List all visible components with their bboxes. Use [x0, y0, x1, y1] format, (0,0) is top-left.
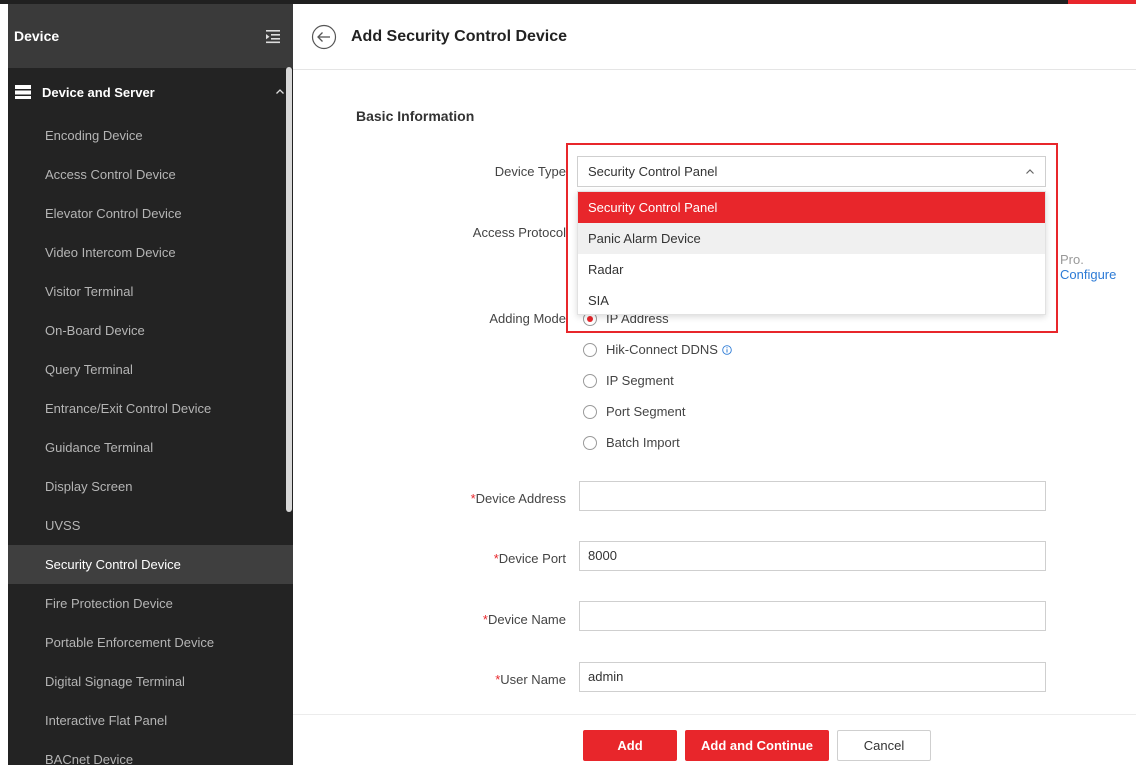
add-and-continue-button[interactable]: Add and Continue [685, 730, 829, 761]
device-type-value: Security Control Panel [588, 164, 718, 179]
info-icon[interactable] [722, 344, 732, 355]
sidebar-item-bacnet-device[interactable]: BACnet Device [8, 740, 293, 765]
radio-button[interactable] [583, 342, 597, 357]
device-port-label: *Device Port [306, 551, 566, 566]
radio-label: IP Segment [606, 373, 674, 388]
sidebar-item-portable-enforcement-device[interactable]: Portable Enforcement Device [8, 623, 293, 662]
sidebar-item-elevator-control-device[interactable]: Elevator Control Device [8, 194, 293, 233]
sidebar-item-guidance-terminal[interactable]: Guidance Terminal [8, 428, 293, 467]
device-name-label: *Device Name [306, 612, 566, 627]
dropdown-option-sia[interactable]: SIA [578, 285, 1045, 316]
device-name-field[interactable] [579, 601, 1046, 631]
section-title-basic-information: Basic Information [356, 108, 475, 124]
add-button[interactable]: Add [583, 730, 677, 761]
collapse-menu-icon[interactable] [265, 28, 281, 44]
chevron-up-icon[interactable] [275, 87, 285, 97]
device-port-label-text: Device Port [498, 551, 566, 566]
radio-port-segment[interactable]: Port Segment [583, 404, 686, 419]
radio-batch-import[interactable]: Batch Import [583, 435, 680, 450]
sidebar-item-display-screen[interactable]: Display Screen [8, 467, 293, 506]
sidebar-item-fire-protection-device[interactable]: Fire Protection Device [8, 584, 293, 623]
device-type-label: Device Type [494, 164, 566, 179]
dropdown-option-panic-alarm-device[interactable]: Panic Alarm Device [578, 223, 1045, 254]
sidebar-group-device-and-server[interactable]: Device and Server [8, 68, 293, 116]
sidebar-scrollbar[interactable] [286, 67, 292, 512]
radio-label: Hik-Connect DDNS [606, 342, 718, 357]
server-icon [15, 85, 31, 99]
sidebar-item-encoding-device[interactable]: Encoding Device [8, 116, 293, 155]
radio-button[interactable] [583, 435, 597, 450]
device-type-select[interactable]: Security Control Panel [577, 156, 1046, 187]
access-protocol-hint: Pro. Configure [1060, 252, 1136, 282]
configure-link[interactable]: Configure [1060, 267, 1116, 282]
dropdown-option-radar[interactable]: Radar [578, 254, 1045, 285]
user-name-label: *User Name [306, 672, 566, 687]
user-name-label-text: User Name [500, 672, 566, 687]
page-title: Add Security Control Device [351, 27, 568, 45]
radio-ip-segment[interactable]: IP Segment [583, 373, 674, 388]
radio-button[interactable] [583, 404, 597, 419]
sidebar-item-access-control-device[interactable]: Access Control Device [8, 155, 293, 194]
access-protocol-hint-text: Pro. [1060, 252, 1084, 267]
sidebar-group-label: Device and Server [42, 84, 155, 100]
radio-hik-connect-ddns[interactable]: Hik-Connect DDNS [583, 342, 732, 357]
sidebar-item-interactive-flat-panel[interactable]: Interactive Flat Panel [8, 701, 293, 740]
radio-button[interactable] [583, 373, 597, 388]
sidebar-item-digital-signage-terminal[interactable]: Digital Signage Terminal [8, 662, 293, 701]
sidebar: Device Device and Server Encoding Device… [8, 4, 293, 765]
user-name-field[interactable]: admin [579, 662, 1046, 692]
sidebar-item-entrance-exit-control-device[interactable]: Entrance/Exit Control Device [8, 389, 293, 428]
sidebar-title: Device [14, 28, 60, 44]
page-header: Add Security Control Device [293, 4, 1136, 70]
sidebar-item-uvss[interactable]: UVSS [8, 506, 293, 545]
device-address-field[interactable] [579, 481, 1046, 511]
radio-label: Batch Import [606, 435, 680, 450]
device-type-dropdown: Security Control Panel Panic Alarm Devic… [577, 191, 1046, 315]
dropdown-option-security-control-panel[interactable]: Security Control Panel [578, 192, 1045, 223]
sidebar-item-video-intercom-device[interactable]: Video Intercom Device [8, 233, 293, 272]
footer-divider [293, 714, 1136, 715]
cancel-button[interactable]: Cancel [837, 730, 931, 761]
chevron-up-icon [1026, 168, 1034, 174]
sidebar-item-security-control-device[interactable]: Security Control Device [8, 545, 293, 584]
device-address-label-text: Device Address [475, 491, 566, 506]
sidebar-item-on-board-device[interactable]: On-Board Device [8, 311, 293, 350]
back-arrow-icon[interactable] [311, 24, 337, 50]
adding-mode-label: Adding Mode [489, 311, 566, 326]
radio-label: Port Segment [606, 404, 686, 419]
access-protocol-label: Access Protocol [472, 225, 566, 240]
device-address-label: *Device Address [306, 491, 566, 506]
device-name-label-text: Device Name [487, 612, 566, 627]
sidebar-item-visitor-terminal[interactable]: Visitor Terminal [8, 272, 293, 311]
sidebar-item-query-terminal[interactable]: Query Terminal [8, 350, 293, 389]
device-port-field[interactable]: 8000 [579, 541, 1046, 571]
sidebar-header: Device [8, 4, 293, 68]
